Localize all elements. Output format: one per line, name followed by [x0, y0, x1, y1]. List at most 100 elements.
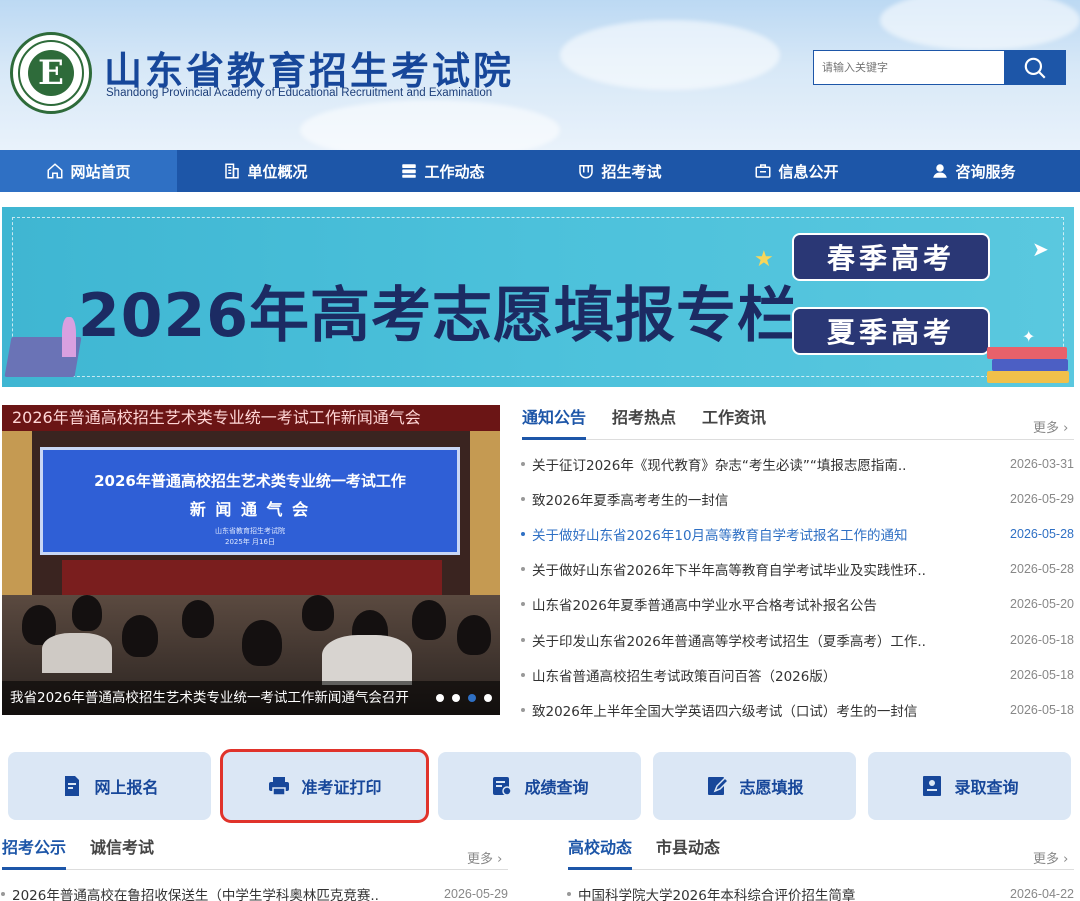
notice-date: 2026-05-29: [1010, 491, 1074, 506]
list-item[interactable]: 中国科学院大学2026年本科综合评价招生简章 2026-04-22: [566, 880, 1074, 901]
tab-exam-publicity[interactable]: 招考公示: [2, 834, 67, 870]
nav-label: 网站首页: [70, 162, 131, 181]
service-label: 网上报名: [94, 778, 159, 797]
inbox-icon: [755, 164, 771, 178]
nav-label: 信息公开: [778, 162, 839, 181]
projection-screen: 2026年普通高校招生艺术类专业统一考试工作 新 闻 通 气 会 山东省教育招生…: [40, 447, 460, 555]
carousel-dot-active[interactable]: [468, 694, 476, 702]
notice-date: 2026-05-29: [444, 887, 508, 901]
notice-title[interactable]: 2026年普通高校在鲁招收保送生（中学生学科奥林匹克竞赛..: [0, 884, 379, 901]
list-item[interactable]: 关于做好山东省2026年10月高等教育自学考试报名工作的通知 2026-05-28: [520, 516, 1074, 551]
notice-title[interactable]: 致2026年夏季高考考生的一封信: [520, 489, 728, 509]
service-label: 准考证打印: [301, 778, 382, 797]
notice-title[interactable]: 关于征订2026年《现代教育》杂志“考生必读”“填报志愿指南..: [520, 454, 906, 474]
score-query-button[interactable]: 成绩查询: [438, 752, 641, 820]
university-news-tabs: 高校动态 市县动态: [568, 834, 1074, 870]
admission-icon: [923, 776, 942, 796]
screen-text: 2025年 月16日: [225, 538, 275, 546]
carousel-caption[interactable]: 我省2026年普通高校招生艺术类专业统一考试工作新闻通气会召开: [2, 681, 500, 715]
university-more-link[interactable]: 更多 ›: [1033, 848, 1068, 867]
list-item[interactable]: 山东省2026年夏季普通高中学业水平合格考试补报名公告 2026-05-20: [520, 587, 1074, 622]
notice-date: 2026-05-18: [1010, 632, 1074, 647]
books-decoration: [987, 371, 1069, 383]
nav-item-work-news[interactable]: 工作动态: [354, 150, 531, 192]
news-carousel[interactable]: 2026年普通高校招生艺术类专业统一考试工作新闻通气会 2026年普通高校招生艺…: [2, 405, 500, 715]
notice-date: 2026-03-31: [1010, 456, 1074, 471]
tab-university-news[interactable]: 高校动态: [568, 834, 633, 870]
search-button[interactable]: [1004, 50, 1066, 85]
nav-item-home[interactable]: 网站首页: [0, 150, 177, 192]
notice-title[interactable]: 关于印发山东省2026年普通高等学校考试招生（夏季高考）工作..: [520, 630, 926, 650]
publicity-list: 2026年普通高校在鲁招收保送生（中学生学科奥林匹克竞赛.. 2026-05-29: [0, 880, 508, 901]
list-item[interactable]: 致2026年夏季高考考生的一封信 2026-05-29: [520, 481, 1074, 516]
site-subtitle: Shandong Provincial Academy of Education…: [106, 87, 493, 99]
nav-label: 工作动态: [424, 162, 485, 181]
service-label: 录取查询: [954, 778, 1019, 797]
admission-query-button[interactable]: 录取查询: [868, 752, 1071, 820]
notice-title[interactable]: 致2026年上半年全国大学英语四六级考试（口试）考生的一封信: [520, 700, 917, 720]
online-registration-button[interactable]: 网上报名: [8, 752, 211, 820]
publicity-more-link[interactable]: 更多 ›: [467, 848, 502, 867]
summer-exam-button[interactable]: 夏季高考: [792, 307, 990, 355]
exam-publicity-tabs: 招考公示 诚信考试: [2, 834, 508, 870]
star-icon: ★: [754, 247, 774, 272]
carousel-dot[interactable]: [484, 694, 492, 702]
sparkle-icon: ✦: [1022, 327, 1036, 346]
books-decoration: [987, 347, 1067, 359]
quick-services: 网上报名 准考证打印 成绩查询 志愿填报 录取查询: [8, 749, 1072, 823]
university-news-list: 中国科学院大学2026年本科综合评价招生简章 2026-04-22: [566, 880, 1074, 901]
search-input[interactable]: [813, 50, 1004, 85]
notice-date: 2026-05-28: [1010, 526, 1074, 541]
notice-title[interactable]: 关于做好山东省2026年下半年高等教育自学考试毕业及实践性环..: [520, 559, 926, 579]
admission-ticket-print-button[interactable]: 准考证打印: [220, 749, 429, 823]
notice-date: 2026-05-20: [1010, 597, 1074, 612]
tab-city-county-news[interactable]: 市县动态: [656, 834, 720, 870]
tab-hot-topics[interactable]: 招考热点: [612, 404, 676, 440]
plant-decoration: [62, 317, 76, 357]
nav-item-overview[interactable]: 单位概况: [177, 150, 354, 192]
paper-plane-icon: ➤: [1032, 237, 1049, 261]
service-label: 志愿填报: [739, 778, 804, 797]
tab-notices[interactable]: 通知公告: [522, 404, 587, 440]
service-label: 成绩查询: [524, 778, 589, 797]
main-nav: 网站首页 单位概况 工作动态 招生考试 信息公开 咨询服务: [0, 150, 1080, 192]
nav-label: 咨询服务: [955, 162, 1016, 181]
carousel-dot[interactable]: [452, 694, 460, 702]
tab-work-info[interactable]: 工作资讯: [702, 404, 766, 440]
nav-item-service[interactable]: 咨询服务: [885, 150, 1062, 192]
notice-title[interactable]: 山东省2026年夏季普通高中学业水平合格考试补报名公告: [520, 594, 877, 614]
home-icon: [47, 163, 63, 179]
score-icon: [493, 777, 513, 796]
notice-date: 2026-05-18: [1010, 667, 1074, 682]
list-item[interactable]: 致2026年上半年全国大学英语四六级考试（口试）考生的一封信 2026-05-18: [520, 692, 1074, 727]
carousel-dots: [436, 694, 492, 702]
site-header: E 山东省教育招生考试院 Shandong Provincial Academy…: [0, 0, 1080, 150]
nav-item-disclosure[interactable]: 信息公开: [708, 150, 885, 192]
list-item[interactable]: 关于征订2026年《现代教育》杂志“考生必读”“填报志愿指南.. 2026-03-…: [520, 446, 1074, 481]
list-item[interactable]: 2026年普通高校在鲁招收保送生（中学生学科奥林匹克竞赛.. 2026-05-29: [0, 880, 508, 901]
header-cloud: [300, 100, 560, 150]
notices-more-link[interactable]: 更多 ›: [1033, 417, 1068, 436]
notice-title[interactable]: 中国科学院大学2026年本科综合评价招生简章: [566, 884, 855, 901]
carousel-dot[interactable]: [436, 694, 444, 702]
form-icon: [65, 776, 80, 796]
tab-integrity-exam[interactable]: 诚信考试: [90, 834, 154, 870]
notice-date: 2026-04-22: [1010, 887, 1074, 901]
badge-icon: [579, 165, 594, 179]
notice-date: 2026-05-28: [1010, 562, 1074, 577]
notice-tabs: 通知公告 招考热点 工作资讯: [522, 404, 1074, 440]
notice-title[interactable]: 关于做好山东省2026年10月高等教育自学考试报名工作的通知: [520, 524, 908, 544]
building-icon: [225, 163, 240, 179]
edit-icon: [708, 776, 730, 795]
notice-title[interactable]: 山东省普通高校招生考试政策百问百答（2026版）: [520, 665, 836, 685]
spring-exam-button[interactable]: 春季高考: [792, 233, 990, 281]
list-item[interactable]: 关于做好山东省2026年下半年高等教育自学考试毕业及实践性环.. 2026-05-…: [520, 552, 1074, 587]
site-logo[interactable]: E: [10, 32, 92, 114]
volunteer-filling-button[interactable]: 志愿填报: [653, 752, 856, 820]
list-item[interactable]: 关于印发山东省2026年普通高等学校考试招生（夏季高考）工作.. 2026-05-…: [520, 622, 1074, 657]
search-icon: [1024, 57, 1046, 79]
volunteer-banner[interactable]: 2026年高考志愿填报专栏 ★ ✦ ➤ 春季高考 夏季高考: [2, 207, 1074, 387]
nav-item-admission[interactable]: 招生考试: [531, 150, 708, 192]
list-item[interactable]: 山东省普通高校招生考试政策百问百答（2026版） 2026-05-18: [520, 657, 1074, 692]
photo-stage: [62, 560, 442, 596]
